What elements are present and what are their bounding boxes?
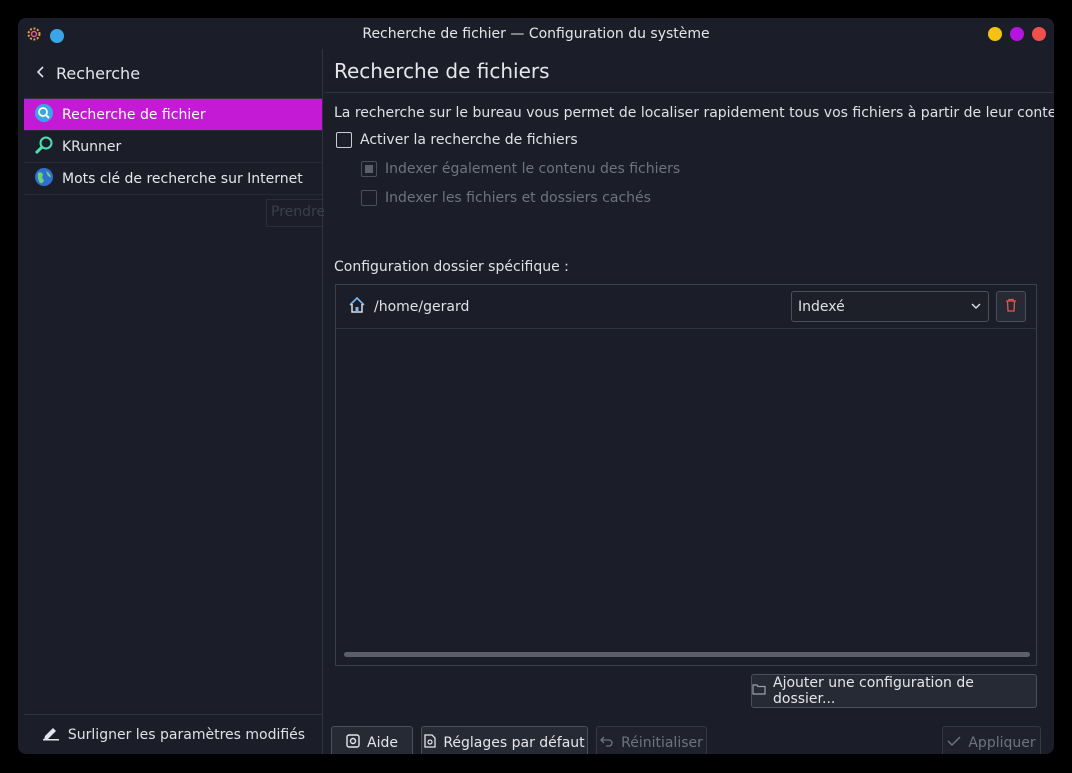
close-button[interactable] xyxy=(1032,27,1046,41)
pin-icon[interactable] xyxy=(50,29,64,43)
home-folder-icon xyxy=(348,296,366,318)
defaults-label: Réglages par défaut xyxy=(443,735,585,751)
highlight-changed-settings-button[interactable]: Surligner les paramètres modifiés xyxy=(24,714,323,754)
sidebar: Recherche Recherche de fichier KRunner M… xyxy=(24,49,323,754)
title-bar: Recherche de fichier — Configuration du … xyxy=(18,18,1054,49)
maximize-button[interactable] xyxy=(1010,27,1024,41)
window-title: Recherche de fichier — Configuration du … xyxy=(362,25,710,42)
file-search-icon xyxy=(34,103,54,127)
reset-button[interactable]: Réinitialiser xyxy=(596,726,707,754)
help-label: Aide xyxy=(367,735,398,751)
trash-icon xyxy=(1005,298,1017,316)
page-title: Recherche de fichiers xyxy=(324,49,1054,93)
index-content-label: Indexer également le contenu des fichier… xyxy=(385,161,681,177)
enable-file-search-row[interactable]: Activer la recherche de fichiers xyxy=(336,132,578,148)
chevron-down-icon xyxy=(970,300,982,316)
delete-folder-button[interactable] xyxy=(996,291,1026,322)
index-hidden-row: Indexer les fichiers et dossiers cachés xyxy=(361,190,651,206)
apply-button[interactable]: Appliquer xyxy=(942,726,1041,754)
ghost-tooltip: Prendre xyxy=(266,199,326,227)
reset-label: Réinitialiser xyxy=(621,735,703,751)
sidebar-back-header[interactable]: Recherche xyxy=(24,49,322,99)
folder-path: /home/gerard xyxy=(374,298,470,315)
document-defaults-icon xyxy=(424,734,436,752)
globe-icon xyxy=(34,167,54,191)
help-button[interactable]: Aide xyxy=(331,726,413,754)
index-content-row: Indexer également le contenu des fichier… xyxy=(361,161,680,177)
enable-file-search-checkbox[interactable] xyxy=(336,132,352,148)
chevron-left-icon xyxy=(36,64,46,83)
index-mode-dropdown[interactable]: Indexé xyxy=(791,291,989,322)
help-lifebuoy-icon xyxy=(346,734,360,752)
index-hidden-checkbox xyxy=(361,190,377,206)
defaults-button[interactable]: Réglages par défaut xyxy=(421,726,588,754)
index-hidden-label: Indexer les fichiers et dossiers cachés xyxy=(385,190,651,206)
add-folder-label: Ajouter une configuration de dossier... xyxy=(773,675,974,707)
sidebar-header-label: Recherche xyxy=(56,64,141,83)
page-description: La recherche sur le bureau vous permet d… xyxy=(334,105,1054,121)
sidebar-item-label: Mots clé de recherche sur Internet xyxy=(62,170,303,187)
highlight-pen-icon xyxy=(42,725,60,745)
sidebar-item-file-search[interactable]: Recherche de fichier xyxy=(24,99,322,131)
index-mode-value: Indexé xyxy=(798,298,845,315)
main-panel: Recherche de fichiers La recherche sur l… xyxy=(324,49,1054,754)
sidebar-item-krunner[interactable]: KRunner xyxy=(24,131,322,163)
sidebar-item-web-search-keywords[interactable]: Mots clé de recherche sur Internet xyxy=(24,163,322,195)
horizontal-scrollbar[interactable] xyxy=(344,652,1030,657)
highlight-changed-label: Surligner les paramètres modifiés xyxy=(67,726,306,743)
list-item[interactable]: /home/gerard Indexé xyxy=(336,285,1036,329)
checkmark-icon xyxy=(947,735,961,751)
settings-window: Recherche de fichier — Configuration du … xyxy=(18,18,1054,754)
sidebar-item-label: Recherche de fichier xyxy=(62,106,206,123)
folder-add-icon xyxy=(752,683,766,699)
minimize-button[interactable] xyxy=(988,27,1002,41)
folder-config-label: Configuration dossier spécifique : xyxy=(334,259,569,275)
undo-icon xyxy=(600,735,614,751)
index-content-checkbox xyxy=(361,161,377,177)
system-settings-icon[interactable] xyxy=(26,26,42,46)
enable-file-search-label: Activer la recherche de fichiers xyxy=(360,132,578,148)
folder-config-list: /home/gerard Indexé xyxy=(335,284,1037,666)
krunner-search-icon xyxy=(34,135,54,159)
apply-label: Appliquer xyxy=(968,735,1036,751)
sidebar-item-label: KRunner xyxy=(62,138,122,155)
add-folder-config-button[interactable]: Ajouter une configuration de dossier... xyxy=(751,674,1037,708)
